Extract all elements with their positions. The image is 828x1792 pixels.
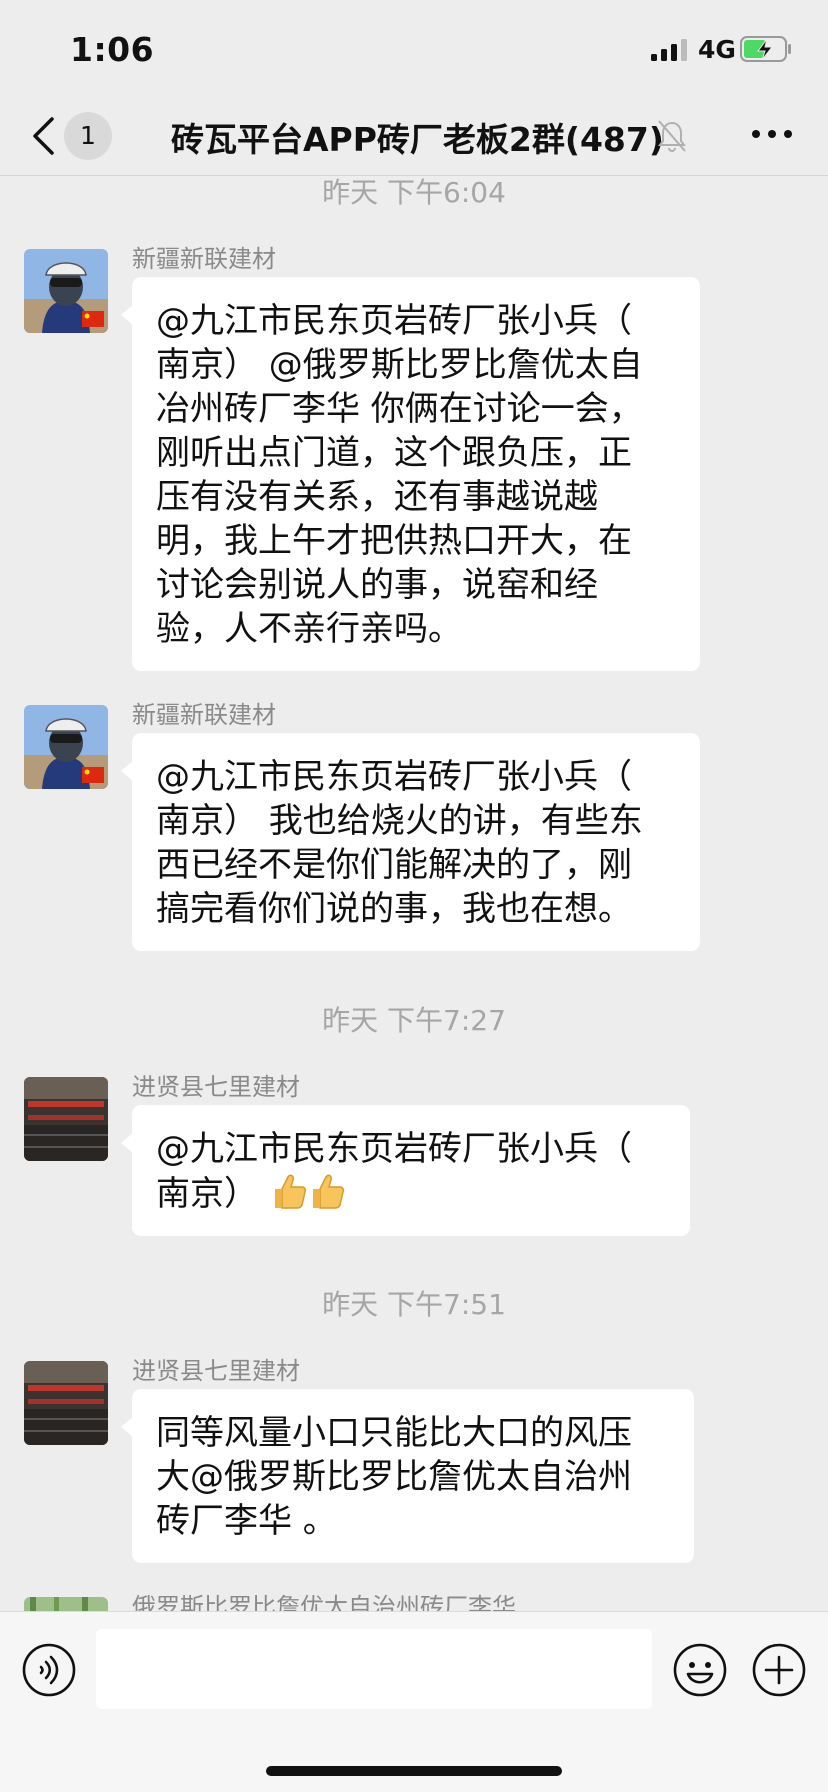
plus-circle-icon[interactable]	[752, 1643, 806, 1697]
battery-charging-icon	[740, 36, 791, 62]
message-bubble[interactable]: @九江市民东页岩砖厂张小兵（ 南京）	[121, 1105, 690, 1236]
avatar[interactable]	[24, 705, 108, 789]
sender-name: 新疆新联建材	[132, 245, 276, 273]
sender-name: 俄罗斯比罗比詹优太自治州砖厂李华	[132, 1593, 516, 1611]
message-line: 砖厂李华 。	[156, 1501, 337, 1541]
message-list[interactable]: 昨天 下午6:04 新疆新联建材 @九江市民东页岩砖厂张小兵（ 南京） @俄罗斯…	[0, 177, 828, 1611]
message-line: @九江市民东页岩砖厂张小兵（	[156, 1129, 632, 1169]
voice-input-icon[interactable]	[22, 1643, 76, 1697]
message-line: 明，我上午才把供热口开大，在	[156, 521, 632, 561]
avatar[interactable]	[24, 1361, 108, 1445]
message-line: 南京） @俄罗斯比罗比詹优太自	[156, 345, 643, 385]
timestamp-label: 昨天 下午6:04	[322, 177, 506, 209]
message-line: 南京）	[156, 1171, 666, 1216]
message-line: 西已经不是你们能解决的了，刚	[156, 845, 632, 885]
timestamp-label: 昨天 下午7:27	[322, 1004, 506, 1037]
message-line: @九江市民东页岩砖厂张小兵（	[156, 301, 632, 341]
more-options-icon[interactable]	[750, 128, 794, 140]
bell-slash-icon	[658, 120, 686, 153]
message-line: @九江市民东页岩砖厂张小兵（	[156, 757, 632, 797]
message-line: 大@俄罗斯比罗比詹优太自治州	[156, 1457, 632, 1497]
avatar[interactable]	[24, 1077, 108, 1161]
network-type-label: 4G	[698, 35, 736, 64]
kiln-photo-avatar-icon	[24, 1077, 108, 1161]
message-input[interactable]	[96, 1629, 652, 1709]
message-bubble[interactable]: @九江市民东页岩砖厂张小兵（ 南京） 我也给烧火的讲，有些东 西已经不是你们能解…	[121, 733, 700, 951]
message-line: 同等风量小口只能比大口的风压	[156, 1413, 632, 1453]
avatar[interactable]	[24, 249, 108, 333]
avatar[interactable]	[24, 1597, 108, 1611]
message-line: 讨论会别说人的事，说窑和经	[156, 565, 598, 605]
kiln-photo-avatar-icon	[24, 1361, 108, 1445]
timestamp-label: 昨天 下午7:51	[322, 1288, 506, 1321]
message-bubble[interactable]: 同等风量小口只能比大口的风压 大@俄罗斯比罗比詹优太自治州 砖厂李华 。	[121, 1389, 694, 1563]
status-time: 1:06	[70, 30, 155, 69]
input-bar	[0, 1611, 828, 1792]
cellular-signal-icon	[651, 39, 687, 61]
unread-count-badge[interactable]: 1	[64, 112, 112, 160]
chat-header: 1 砖瓦平台APP砖厂老板2群(487)	[0, 100, 828, 176]
message-line: 搞完看你们说的事，我也在想。	[156, 889, 632, 929]
message-line: 冶州砖厂李华 你俩在讨论一会，	[156, 389, 643, 429]
chat-title: 砖瓦平台APP砖厂老板2群(487)	[171, 120, 664, 159]
message-line: 压有没有关系，还有事越说越	[156, 477, 598, 517]
cyclist-avatar-icon	[24, 249, 108, 333]
thumbs-up-emoji-icon	[274, 1174, 306, 1209]
thumbs-up-emoji-icon	[312, 1174, 344, 1209]
message-line: 验，人不亲行亲吗。	[156, 609, 462, 649]
status-bar: 1:06 4G	[0, 0, 828, 100]
message-line-text: 南京）	[156, 1174, 269, 1214]
sender-name: 进贤县七里建材	[132, 1073, 300, 1101]
sender-name: 新疆新联建材	[132, 701, 276, 729]
sender-name: 进贤县七里建材	[132, 1357, 300, 1385]
cyclist-avatar-icon	[24, 705, 108, 789]
home-indicator[interactable]	[266, 1766, 562, 1776]
smiley-face-icon[interactable]	[673, 1643, 727, 1697]
message-line: 刚听出点门道，这个跟负压，正	[156, 433, 632, 473]
plant-photo-avatar-icon	[24, 1597, 108, 1611]
message-line: 南京） 我也给烧火的讲，有些东	[156, 801, 643, 841]
back-chevron-icon[interactable]	[30, 116, 56, 156]
message-bubble[interactable]: @九江市民东页岩砖厂张小兵（ 南京） @俄罗斯比罗比詹优太自 冶州砖厂李华 你俩…	[121, 277, 700, 671]
